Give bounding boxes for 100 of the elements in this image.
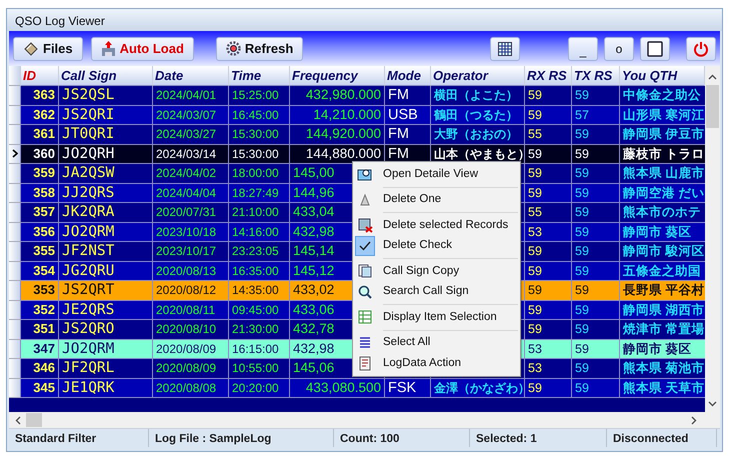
- date-cell: 2020/08/09: [153, 359, 229, 378]
- time-cell: 21:30:00: [229, 320, 290, 340]
- date-cell: 2024/03/14: [153, 144, 229, 164]
- mode-cell: FSK: [385, 378, 431, 398]
- id-cell: 345: [21, 378, 59, 398]
- qth-cell: 静岡空港 だい: [620, 184, 705, 203]
- frequency-cell: 14,210.000: [290, 106, 385, 125]
- id-cell: 346: [21, 359, 59, 378]
- date-cell: 2020/08/08: [153, 378, 229, 398]
- rx-rs-cell: 59: [525, 106, 572, 125]
- rx-rs-cell: 59: [525, 86, 572, 106]
- rx-rs-cell: 59: [525, 300, 572, 320]
- tx-rs-cell: 59: [572, 320, 620, 340]
- operator-cell: 金澤（かなざわ）: [431, 378, 525, 398]
- qth-cell: 山形県 寒河江: [620, 106, 705, 125]
- call-sign-cell: JA2QSW: [59, 164, 153, 184]
- operator-cell: 鶴田（つるた）: [431, 106, 525, 125]
- call-sign-cell: JF2NST: [59, 242, 153, 262]
- files-button[interactable]: Files: [13, 36, 83, 60]
- minimize-button[interactable]: _: [568, 36, 598, 60]
- qth-cell: 藤枝市 トラロ: [620, 144, 705, 164]
- qth-cell: 静岡県 湖西市: [620, 300, 705, 320]
- qth-cell: 静岡市 葵区: [620, 222, 705, 242]
- date-cell: 2023/10/18: [153, 222, 229, 242]
- time-cell: 15:25:00: [229, 86, 290, 106]
- time-cell: 23:23:05: [229, 242, 290, 262]
- menu-item[interactable]: Delete Check: [355, 236, 518, 256]
- time-cell: 15:30:00: [229, 144, 290, 164]
- call-sign-cell: JE1QRK: [59, 378, 153, 398]
- rx-rs-cell: 53: [525, 222, 572, 242]
- date-cell: 2024/04/04: [153, 184, 229, 203]
- time-cell: 16:15:00: [229, 340, 290, 359]
- id-cell: 362: [21, 106, 59, 125]
- id-cell: 352: [21, 300, 59, 320]
- tx-rs-cell: 59: [572, 86, 620, 106]
- tx-rs-cell: 59: [572, 262, 620, 281]
- rx-rs-cell: 55: [525, 203, 572, 222]
- qth-cell: 焼津市 常置場: [620, 320, 705, 340]
- auto-load-button[interactable]: Auto Load: [90, 36, 194, 60]
- mode-cell: USB: [385, 106, 431, 125]
- date-cell: 2020/08/12: [153, 281, 229, 300]
- date-cell: 2020/08/13: [153, 262, 229, 281]
- call-sign-cell: JS2QRO: [59, 320, 153, 340]
- call-sign-cell: JG2QRU: [59, 262, 153, 281]
- time-cell: 15:30:00: [229, 125, 290, 144]
- status-text: Count: 100: [334, 429, 470, 447]
- rx-rs-cell: 59: [525, 242, 572, 262]
- rx-rs-cell: 59: [525, 184, 572, 203]
- time-cell: 09:45:00: [229, 300, 290, 320]
- frequency-cell: 432,980.000: [290, 86, 385, 106]
- qth-cell: 五條金之助国: [620, 262, 705, 281]
- rx-rs-cell: 59: [525, 378, 572, 398]
- qth-cell: 静岡市 葵区: [620, 340, 705, 359]
- date-cell: 2024/04/01: [153, 86, 229, 106]
- date-cell: 2020/08/10: [153, 320, 229, 340]
- qth-cell: 熊本県 天草市: [620, 378, 705, 398]
- rx-rs-cell: 59: [525, 281, 572, 300]
- time-cell: 18:27:49: [229, 184, 290, 203]
- tx-rs-cell: 59: [572, 184, 620, 203]
- status-text: Standard Filter: [9, 429, 149, 447]
- window-title: QSO Log Viewer: [15, 14, 105, 28]
- tx-rs-cell: 59: [572, 203, 620, 222]
- id-cell: 351: [21, 320, 59, 340]
- id-cell: 347: [21, 340, 59, 359]
- date-cell: 2024/04/02: [153, 164, 229, 184]
- date-cell: 2023/10/17: [153, 242, 229, 262]
- id-cell: 357: [21, 203, 59, 222]
- tx-rs-cell: 59: [572, 164, 620, 184]
- time-cell: 14:35:00: [229, 281, 290, 300]
- operator-cell: 横田（よこた）: [431, 86, 525, 106]
- qth-cell: 熊本県 山鹿市: [620, 164, 705, 184]
- rx-rs-cell: 59: [525, 262, 572, 281]
- rx-rs-cell: 53: [525, 359, 572, 378]
- call-sign-cell: JF2QRL: [59, 359, 153, 378]
- rx-rs-cell: 55: [525, 125, 572, 144]
- status-text: Selected: 1: [470, 429, 607, 447]
- id-cell: 359: [21, 164, 59, 184]
- status-text: Log File : SampleLog: [149, 429, 334, 447]
- tx-rs-cell: 59: [572, 340, 620, 359]
- call-sign-cell: JS2QRT: [59, 281, 153, 300]
- tx-rs-cell: 59: [572, 144, 620, 164]
- mode-cell: FM: [385, 125, 431, 144]
- date-cell: 2020/08/11: [153, 300, 229, 320]
- tx-rs-cell: 59: [572, 281, 620, 300]
- refresh-button[interactable]: Refresh: [216, 36, 304, 60]
- call-sign-cell: JE2QRS: [59, 300, 153, 320]
- time-cell: 16:35:00: [229, 262, 290, 281]
- qth-cell: 熊本市のホテ: [620, 203, 705, 222]
- call-sign-cell: JJ2QRS: [59, 184, 153, 203]
- id-cell: 353: [21, 281, 59, 300]
- id-cell: 356: [21, 222, 59, 242]
- call-sign-cell: JO2QRM: [59, 340, 153, 359]
- restore-button[interactable]: o: [604, 36, 634, 60]
- id-cell: 358: [21, 184, 59, 203]
- tx-rs-cell: 59: [572, 125, 620, 144]
- id-cell: 363: [21, 86, 59, 106]
- time-cell: 21:10:00: [229, 203, 290, 222]
- call-sign-cell: JO2QRH: [59, 144, 153, 164]
- id-cell: 354: [21, 262, 59, 281]
- rx-rs-cell: 59: [525, 320, 572, 340]
